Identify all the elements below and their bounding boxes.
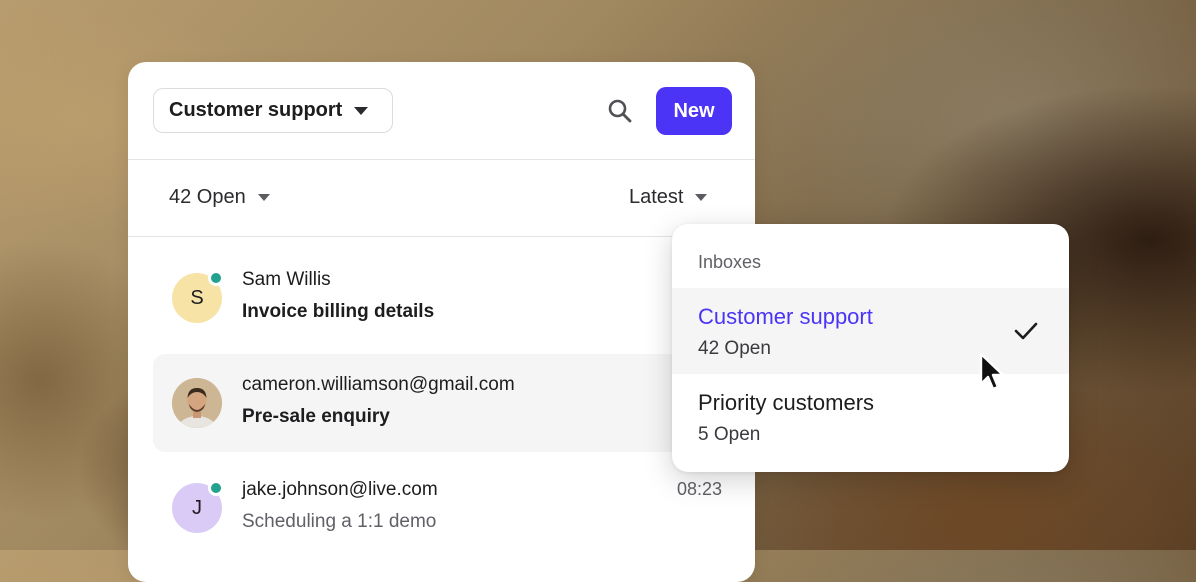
inbox-selector-label: Customer support: [169, 99, 343, 121]
conversation-name: Sam Willis: [242, 269, 331, 290]
inbox-selector[interactable]: Customer support: [153, 88, 393, 133]
new-button[interactable]: New: [656, 87, 732, 135]
option-count: 5 Open: [698, 424, 761, 445]
conversation-item[interactable]: S Sam Willis Invoice billing details: [153, 249, 730, 347]
conversation-subject: Pre-sale enquiry: [242, 406, 390, 427]
conversation-name: jake.johnson@live.com: [242, 479, 438, 500]
chevron-down-icon: [695, 194, 708, 201]
conversation-time: 08:23: [676, 479, 722, 499]
chevron-down-icon: [354, 106, 369, 115]
search-icon: [608, 99, 632, 123]
search-button[interactable]: [606, 97, 634, 125]
conversation-subject: Invoice billing details: [242, 301, 435, 322]
filter-bar: 42 Open Latest: [128, 160, 755, 237]
online-status-dot: [208, 480, 224, 496]
chevron-down-icon: [257, 194, 270, 201]
conversation-item[interactable]: cameron.williamson@gmail.com Pre-sale en…: [153, 354, 730, 452]
avatar-initial: J: [192, 496, 202, 519]
dropdown-option-priority-customers[interactable]: Priority customers 5 Open: [672, 374, 1069, 460]
conversation-name: cameron.williamson@gmail.com: [242, 374, 515, 395]
inbox-panel: Customer support New 42 Open Latest S Sa…: [128, 62, 755, 582]
option-name: Customer support: [698, 304, 873, 329]
online-status-dot: [208, 270, 224, 286]
inbox-dropdown: Inboxes Customer support 42 Open Priorit…: [672, 224, 1069, 472]
person-photo-icon: [172, 378, 222, 428]
option-name: Priority customers: [698, 390, 875, 415]
conversation-item[interactable]: J jake.johnson@live.com Scheduling a 1:1…: [153, 459, 730, 557]
sort-filter[interactable]: Latest: [629, 186, 708, 209]
panel-header: Customer support New: [128, 62, 755, 160]
status-filter[interactable]: 42 Open: [169, 186, 270, 209]
dropdown-option-customer-support[interactable]: Customer support 42 Open: [672, 288, 1069, 374]
dropdown-section-title: Inboxes: [698, 252, 762, 272]
conversation-subject: Scheduling a 1:1 demo: [242, 511, 437, 532]
status-filter-label: 42 Open: [169, 186, 246, 208]
option-count: 42 Open: [698, 338, 771, 359]
avatar-initial: S: [190, 286, 204, 309]
check-icon: [1014, 322, 1038, 340]
cursor-icon: [979, 352, 1005, 391]
avatar: [172, 378, 222, 428]
sort-filter-label: Latest: [629, 186, 684, 208]
